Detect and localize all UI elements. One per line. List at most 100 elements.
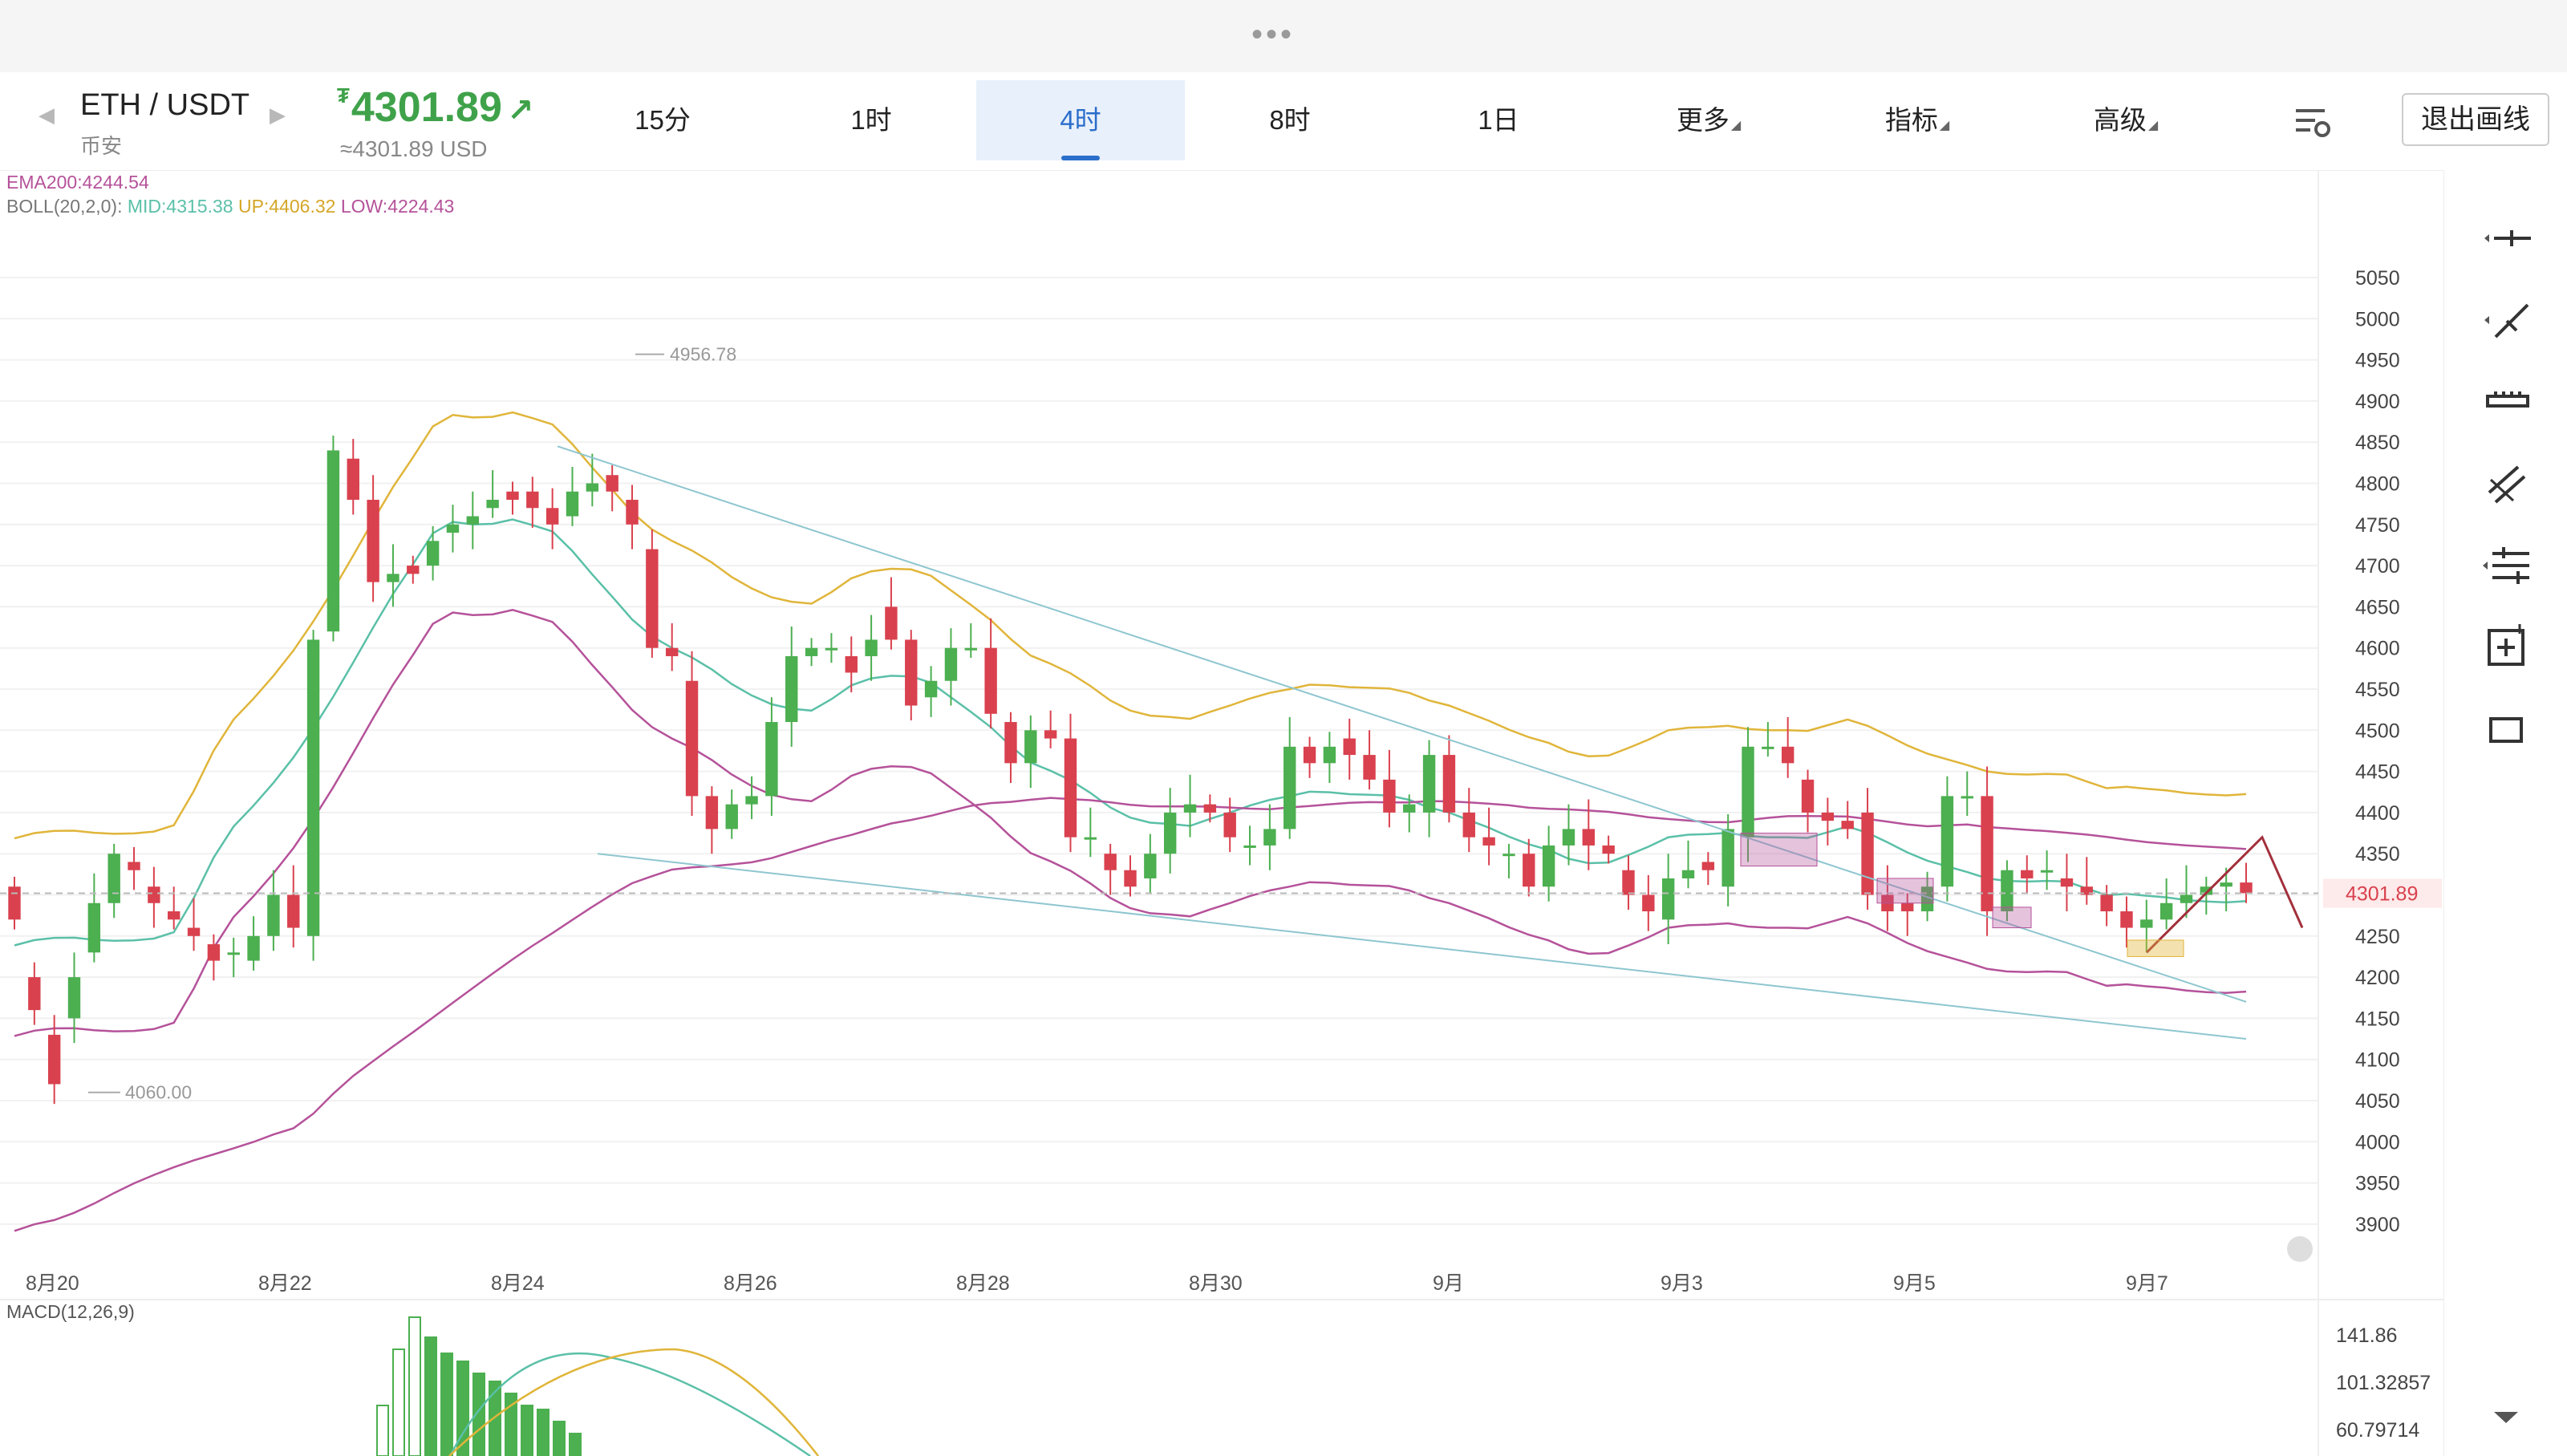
tab-1d[interactable]: 1日 (1394, 80, 1603, 160)
candle-body (725, 804, 738, 829)
candle-body (685, 680, 699, 797)
collapse-down-icon[interactable] (2478, 1389, 2534, 1446)
candle-body (984, 647, 997, 714)
price-tick-label: 4600 (2355, 638, 2400, 660)
more-dots-icon[interactable]: ••• (1251, 18, 1295, 51)
trendline-lower (597, 853, 2247, 1040)
candle-body (526, 491, 539, 509)
macd-histogram-bar (569, 1433, 582, 1456)
price-tick-label: 4650 (2355, 596, 2400, 618)
scroll-to-latest-icon[interactable] (2287, 1236, 2313, 1262)
date-tick-label: 8月28 (956, 1272, 1010, 1295)
trend-line-tool-icon[interactable] (2478, 292, 2534, 348)
candle-body (1482, 837, 1495, 846)
fibonacci-tool-icon[interactable] (2478, 537, 2534, 594)
candle-body (67, 977, 81, 1019)
tab-label: 1日 (1478, 105, 1519, 135)
price-axis: 5050 5000 4950 4900 4850 4800 4750 4700 4650 4600… (2287, 267, 2442, 1262)
candle-body (1163, 812, 1177, 854)
pair-title[interactable]: ETH / USDT (80, 88, 249, 123)
price-tick-label: 4750 (2355, 514, 2400, 537)
candle-body (1901, 902, 1914, 912)
candle-body (646, 549, 659, 648)
candle-body (2159, 902, 2173, 920)
drawings: 4956.78 4060.00 (0, 344, 2318, 1103)
drawing-toolbar (2443, 170, 2567, 1456)
price-tick-label: 4850 (2355, 432, 2400, 454)
chart-header: ◀ ETH / USDT ▶ 币安 ₮4301.89 ↗ ≈4301.89 USD… (0, 72, 2567, 171)
candle-body (2140, 919, 2153, 928)
candle-body (466, 516, 480, 525)
tab-1h[interactable]: 1时 (767, 80, 975, 160)
tab-4h[interactable]: 4时 (976, 80, 1185, 160)
highlight-box (1740, 833, 1818, 867)
price-tick-label: 4250 (2355, 926, 2400, 948)
price-tick-label: 3900 (2355, 1214, 2400, 1236)
candle-body (1821, 812, 1835, 821)
macd-histogram-bar (553, 1421, 566, 1456)
candle-body (1602, 845, 1615, 854)
dropdown-corner-icon: ◢ (1730, 119, 1742, 132)
date-tick-label: 8月24 (491, 1272, 545, 1295)
chart-settings-icon[interactable] (2293, 103, 2333, 143)
tab-indicators[interactable]: 指标 ◢ (1813, 80, 2022, 160)
price-tick-label: 4100 (2355, 1049, 2400, 1072)
candle-body (1940, 796, 1954, 887)
candle-body (1622, 870, 1635, 895)
candle-body (1343, 738, 1356, 756)
boll-lower-line (14, 609, 2247, 1037)
candle-body (1263, 829, 1276, 846)
candle-body (1044, 730, 1057, 739)
horizontal-line-tool-icon[interactable] (2478, 210, 2534, 266)
ruler-tool-icon[interactable] (2478, 374, 2534, 430)
macd-tick-label: 101.32857 (2336, 1372, 2431, 1394)
candle-body (107, 854, 120, 903)
candle-body (347, 458, 359, 501)
current-price-tag-label: 4301.89 (2346, 883, 2418, 906)
candle-body (606, 475, 618, 492)
parallel-channel-tool-icon[interactable] (2478, 456, 2534, 512)
tab-more[interactable]: 更多 ◢ (1604, 80, 1813, 160)
tab-label: 高级 (2093, 105, 2147, 135)
high-annotation: 4956.78 (670, 344, 736, 365)
candle-body (2240, 882, 2253, 894)
tab-advanced[interactable]: 高级 ◢ (2022, 80, 2230, 160)
price-tick-label: 4050 (2355, 1090, 2400, 1113)
candle-body (1681, 870, 1695, 878)
tab-15m[interactable]: 15分 (558, 80, 767, 160)
candle-body (2220, 882, 2232, 887)
candle-body (2001, 870, 2013, 912)
next-pair-icon[interactable]: ▶ (270, 103, 286, 128)
candle-body (1403, 804, 1416, 813)
candle-body (1841, 821, 1854, 829)
tab-label: 8时 (1269, 105, 1311, 135)
candle-body (148, 886, 160, 903)
tab-8h[interactable]: 8时 (1186, 80, 1394, 160)
highlight-box (1876, 878, 1934, 904)
date-tick-label: 9月7 (2126, 1272, 2168, 1295)
candle-body (2180, 894, 2193, 903)
date-tick-label: 8月22 (258, 1272, 312, 1295)
candle-body (1801, 779, 1815, 813)
tab-label: 1时 (850, 105, 892, 135)
candle-body (545, 508, 559, 525)
previous-pair-icon[interactable]: ◀ (39, 103, 55, 128)
price-tick-label: 4400 (2355, 802, 2400, 825)
price-currency-symbol: ₮ (337, 83, 350, 107)
candle-body (626, 500, 639, 525)
candlestick-chart[interactable]: 4956.78 4060.00 5050 5000 4950 4900 4850 4800 4… (0, 170, 2443, 1456)
candle-body (1084, 837, 1097, 840)
candle-body (765, 722, 778, 797)
date-tick-label: 8月20 (26, 1272, 79, 1295)
candle-body (865, 639, 878, 656)
candle-body (426, 541, 440, 566)
add-drawing-icon[interactable] (2478, 619, 2534, 675)
candle-body (1183, 804, 1197, 813)
candle-body (326, 450, 340, 632)
candle-body (506, 491, 519, 501)
candle-body (1562, 829, 1575, 846)
candle-body (1502, 854, 1515, 857)
rectangle-tool-icon[interactable] (2478, 701, 2534, 757)
candle-body (1124, 870, 1137, 887)
exit-drawing-button[interactable]: 退出画线 (2402, 93, 2549, 146)
